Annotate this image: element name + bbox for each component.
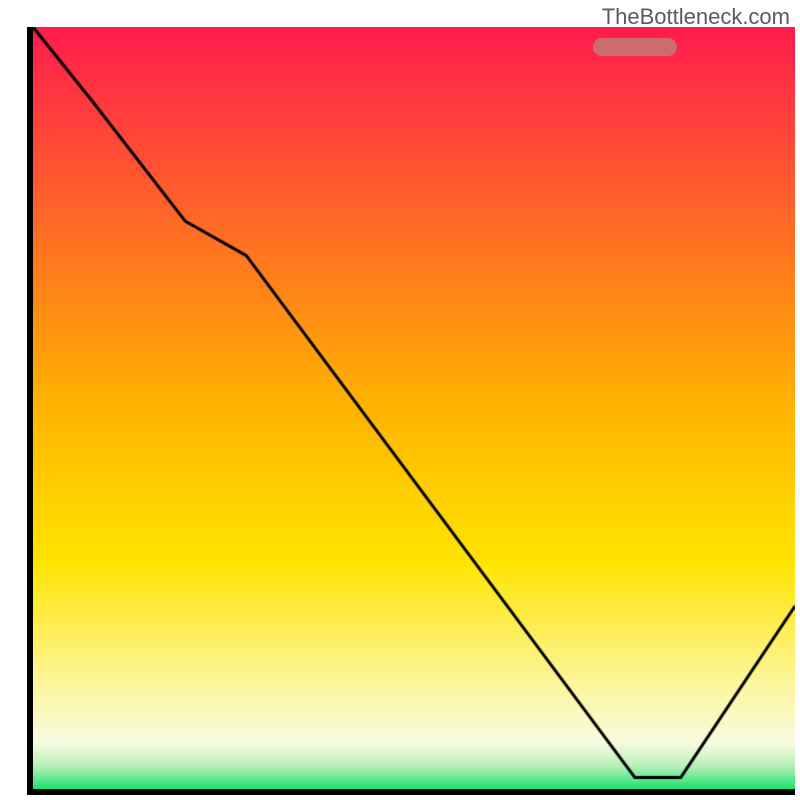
plot-area <box>27 27 795 795</box>
watermark-text: TheBottleneck.com <box>602 4 790 30</box>
bottleneck-curve <box>33 27 795 789</box>
chart-wrapper: TheBottleneck.com <box>0 0 800 800</box>
optimal-region-marker <box>593 38 677 56</box>
